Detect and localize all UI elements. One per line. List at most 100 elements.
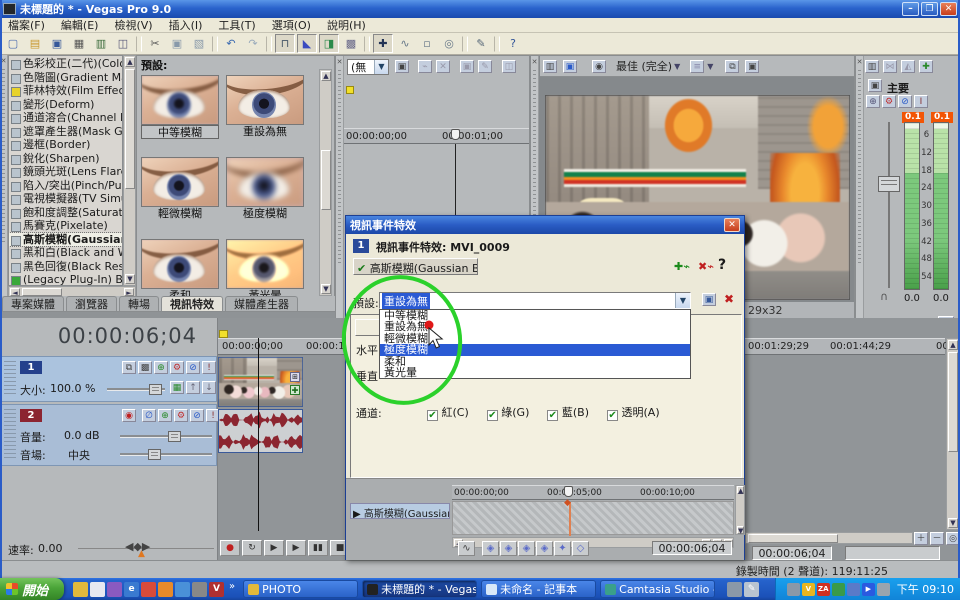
chevron-down-icon[interactable]: ▼ [707,62,713,71]
envelope-tool-icon[interactable]: ∿ [395,34,415,53]
trimmer-save-icon[interactable]: ▣ [395,60,409,73]
save-project-icon[interactable]: ▣ [47,34,67,53]
video-fx-item[interactable]: 黑和白(Black and White [9,246,122,260]
keyframe-row-label[interactable]: ▶ 高斯模糊(Gaussian Blu [350,503,450,519]
auto-ripple-icon[interactable]: ◣ [297,34,317,53]
trimmer-zoom-icon[interactable]: ⌁ [418,60,432,73]
chevron-down-icon[interactable]: ▼ [374,60,388,74]
trimmer-ruler[interactable]: 00:00:00;00 00:00:01;00 [344,128,529,144]
track-header-2[interactable]: 2 ◉ ∅ ⊕ ⚙ ⊘ ! 音量: 0.0 dB 音場: 中央 [1,404,217,466]
next-keyframe-button[interactable]: ◈ [536,541,553,556]
curve-type-button[interactable]: ∿ [458,541,475,556]
master-fader-track[interactable] [888,122,890,288]
separator[interactable] [364,36,370,52]
event-fx-icon[interactable]: ✚ [290,385,300,395]
checkbox-check-icon[interactable]: ✔ [607,410,618,421]
video-fx-item[interactable]: 高斯模糊(Gaussian Blur) [9,233,122,247]
normal-edit-tool-icon[interactable]: ✚ [373,34,393,53]
menu-item[interactable]: 編輯(E) [53,17,107,33]
tray-network-icon[interactable] [847,583,860,596]
preview-external-monitor-icon[interactable]: ▣ [563,60,577,73]
automation-settings-icon[interactable]: ⚙ [170,361,184,374]
preset-thumbnail[interactable]: 中等模糊 [141,75,219,141]
parent-composite-icon[interactable]: ▩ [138,361,152,374]
preview-split-icon[interactable]: ≡ [690,60,704,73]
separator[interactable] [266,36,272,52]
pause-button[interactable]: ▮▮ [308,540,328,556]
selection-tool-icon[interactable]: ▫ [417,34,437,53]
rate-value[interactable]: 0.00 [38,542,63,555]
selection-end-timecode[interactable] [845,546,940,560]
keyframe-playhead[interactable] [564,486,573,497]
bus-mute-icon[interactable]: ⊘ [898,95,912,108]
scroll-left-icon[interactable]: ◄ [10,288,20,296]
add-keyframe-button[interactable]: ✦ [554,541,571,556]
keyframe-cursor-timecode[interactable]: 00:00:06;04 [652,541,732,555]
import-media-icon[interactable]: ◫ [113,34,133,53]
video-fx-item[interactable]: 馬賽克(Pixelate) [9,219,122,233]
paint-tool-icon[interactable]: ✎ [471,34,491,53]
track-number[interactable]: 1 [20,361,42,374]
video-fx-item[interactable]: 鏡頭光斑(Lens Flare) [9,165,122,179]
tray-mediaplayer-icon[interactable]: ▶ [862,583,875,596]
pan-value[interactable]: 中央 [68,447,90,463]
scroll-up-icon[interactable]: ▲ [321,71,331,81]
keyframe-ruler[interactable]: 00:00:00;00 00:00:05;00 00:00:10;00 [452,485,734,500]
channel-checkbox[interactable]: ✔ 透明(A) [607,404,660,421]
video-event-clip[interactable]: ⊞ ✚ [218,357,303,407]
quick-launch-overflow[interactable]: » [229,581,235,592]
volume-slider[interactable] [120,435,212,438]
taskbar-button-camtasia[interactable]: Camtasia Studio - Unti... [600,580,715,598]
cut-icon[interactable]: ✂ [145,34,165,53]
scroll-right-icon[interactable]: ► [124,288,134,296]
play-button[interactable]: ▶ [286,540,306,556]
scroll-up-icon[interactable]: ▲ [125,57,135,67]
camera-icon[interactable] [192,582,207,597]
whats-this-help-icon[interactable]: ? [503,34,523,53]
tray-green-icon[interactable] [832,583,845,596]
track-header-1[interactable]: 1 ⧉ ▩ ⊕ ⚙ ⊘ ! 大小: 100.0 % ▦ ↑ ↓ [1,356,217,402]
menu-item[interactable]: 說明(H) [319,17,374,33]
dock-tab[interactable]: 瀏覽器 [66,296,117,311]
master-fader-handle[interactable] [878,176,900,192]
track-number[interactable]: 2 [20,409,42,422]
render-as-icon[interactable]: ▦ [69,34,89,53]
preset-thumbnail[interactable]: 極度模糊 [226,157,304,223]
desktop-icon[interactable] [727,582,742,597]
event-pan-crop-icon[interactable]: ⊞ [290,372,300,382]
automation-settings-icon[interactable]: ⚙ [174,409,188,422]
selection-start-timecode[interactable]: 00:00:06;04 [752,546,832,560]
fader-lock-icon[interactable]: ∩ [880,290,888,303]
compositing-mode-icon[interactable]: ⧉ [122,361,136,374]
trimmer-grip[interactable]: ✕ [336,56,344,333]
video-fx-item[interactable]: 邊框(Border) [9,138,122,152]
paste-icon[interactable]: ▧ [189,34,209,53]
video-fx-item[interactable]: 通道溶合(Channel Blend [9,111,122,125]
video-fx-item[interactable]: 變形(Deform) [9,98,122,112]
document-icon[interactable] [90,582,105,597]
video-fx-item[interactable]: 色階圖(Gradient Map) [9,71,122,85]
track-motion-icon[interactable]: ▦ [170,381,184,394]
preset-option[interactable]: 極度模糊 [380,344,690,355]
channel-checkbox[interactable]: ✔ 綠(G) [487,404,530,421]
pen-tool-icon[interactable]: ✎ [744,582,759,597]
plugin-add-icon[interactable]: ✚⌁ [674,260,690,273]
timeline-marker[interactable] [219,330,228,338]
mixer-dim-icon[interactable]: ◭ [901,60,915,73]
menu-item[interactable]: 檢視(V) [106,17,160,33]
restore-button[interactable]: ❐ [921,2,938,16]
preset-thumbnail[interactable]: 重設為無 [226,75,304,141]
open-project-icon[interactable]: ▤ [25,34,45,53]
master-bus-button[interactable]: ▣ [868,79,882,92]
mute-icon[interactable]: ⊘ [190,409,204,422]
preview-quality-select[interactable]: 最佳 (完全) [616,58,672,74]
track-fx-icon[interactable]: ⊕ [154,361,168,374]
scroll-down-icon[interactable]: ▼ [948,518,958,528]
redo-icon[interactable]: ↷ [243,34,263,53]
separator[interactable] [212,36,218,52]
title-bar[interactable]: 未標題的 * - Vegas Pro 9.0 – ❐ ✕ [0,0,960,18]
menu-item[interactable]: 選項(O) [264,17,319,33]
chevron-down-icon[interactable]: ▼ [674,62,680,71]
timeline-playhead[interactable] [258,338,259,531]
copy-snapshot-icon[interactable]: ⧉ [725,60,739,73]
